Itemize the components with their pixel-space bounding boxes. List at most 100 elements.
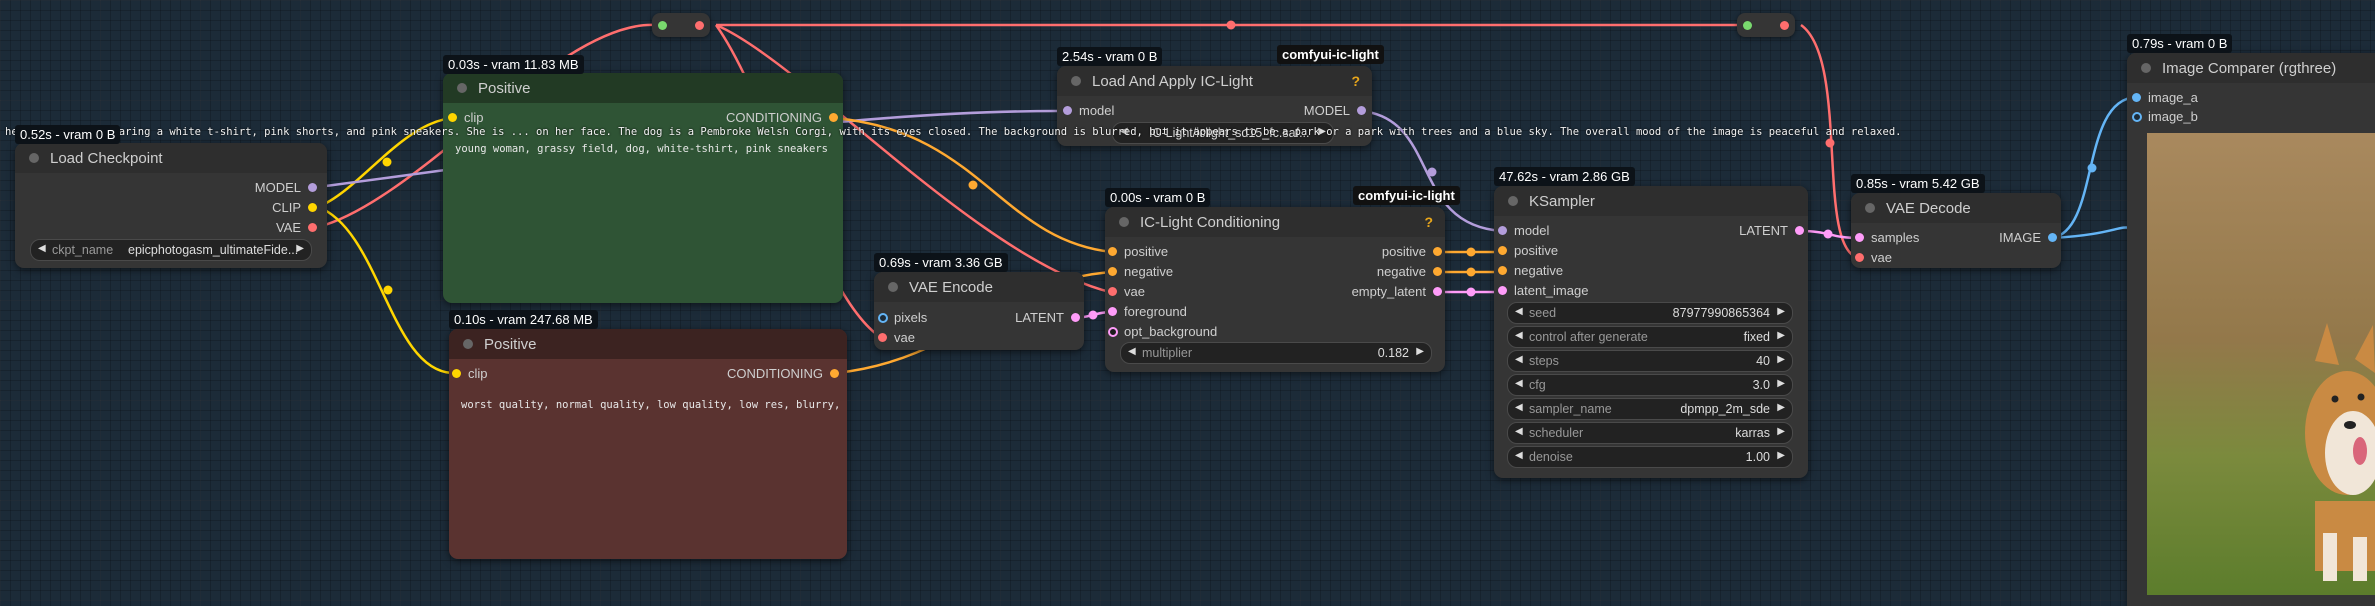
conditioning-slot-dot[interactable]	[1108, 267, 1117, 276]
multiplier-number-widget[interactable]: ◀ multiplier 0.182 ▶	[1120, 342, 1432, 364]
output-clip[interactable]: CLIP	[272, 201, 317, 215]
output-empty-latent[interactable]: empty_latent	[1352, 285, 1442, 299]
collapse-dot[interactable]	[29, 153, 39, 163]
reroute-input-dot[interactable]	[1743, 21, 1752, 30]
image-slot-dot[interactable]	[2048, 233, 2057, 242]
scheduler-widget[interactable]: ◀ scheduler karras ▶	[1507, 422, 1793, 444]
decrement-arrow-icon[interactable]: ◀	[1515, 354, 1523, 365]
input-image-a[interactable]: image_a	[2132, 91, 2198, 105]
node-title-bar[interactable]: VAE Decode	[1851, 193, 2061, 223]
conditioning-slot-dot[interactable]	[1498, 246, 1507, 255]
denoise-widget[interactable]: ◀ denoise 1.00 ▶	[1507, 446, 1793, 468]
input-vae[interactable]: vae	[1108, 285, 1145, 299]
decrement-arrow-icon[interactable]: ◀	[38, 243, 46, 254]
collapse-dot[interactable]	[1071, 76, 1081, 86]
input-samples[interactable]: samples	[1855, 231, 1919, 245]
collapse-dot[interactable]	[463, 339, 473, 349]
conditioning-slot-dot[interactable]	[1498, 266, 1507, 275]
comparison-image-preview[interactable]	[2147, 133, 2375, 595]
node-title-bar[interactable]: Positive	[443, 73, 843, 103]
vae-slot-dot[interactable]	[1108, 287, 1117, 296]
collapse-dot[interactable]	[1508, 196, 1518, 206]
increment-arrow-icon[interactable]: ▶	[1777, 354, 1785, 365]
latent-slot-dot[interactable]	[1071, 313, 1080, 322]
model-slot-dot[interactable]	[1357, 106, 1366, 115]
clip-slot-dot[interactable]	[308, 203, 317, 212]
input-vae[interactable]: vae	[1855, 251, 1892, 265]
node-title-bar[interactable]: Load And Apply IC-Light ?	[1057, 66, 1372, 96]
positive-prompt-node[interactable]: Positive clip CONDITIONING young woman, …	[443, 73, 843, 303]
latent-slot-dot[interactable]	[1795, 226, 1804, 235]
input-opt-background[interactable]: opt_background	[1108, 325, 1217, 339]
collapse-dot[interactable]	[1119, 217, 1129, 227]
vae-slot-dot[interactable]	[308, 223, 317, 232]
reroute-output-dot[interactable]	[1780, 21, 1789, 30]
input-positive[interactable]: positive	[1108, 245, 1168, 259]
clip-slot-dot[interactable]	[452, 369, 461, 378]
node-title-bar[interactable]: IC-Light Conditioning ?	[1105, 207, 1445, 237]
input-latent-image[interactable]: latent_image	[1498, 284, 1588, 298]
output-model[interactable]: MODEL	[255, 181, 317, 195]
input-foreground[interactable]: foreground	[1108, 305, 1187, 319]
latent-slot-dot[interactable]	[1498, 286, 1507, 295]
latent-slot-dot[interactable]	[1108, 327, 1118, 337]
conditioning-slot-dot[interactable]	[1108, 247, 1117, 256]
input-negative[interactable]: negative	[1498, 264, 1563, 278]
prompt-textarea[interactable]: worst quality, normal quality, low quali…	[461, 399, 841, 411]
vae-encode-node[interactable]: VAE Encode pixels vae LATENT	[874, 272, 1084, 350]
increment-arrow-icon[interactable]: ▶	[1777, 402, 1785, 413]
input-model[interactable]: model	[1498, 224, 1549, 238]
conditioning-slot-dot[interactable]	[1433, 267, 1442, 276]
vae-decode-node[interactable]: VAE Decode samples vae IMAGE	[1851, 193, 2061, 268]
collapse-dot[interactable]	[2141, 63, 2151, 73]
sampler-name-widget[interactable]: ◀ sampler_name dpmpp_2m_sde ▶	[1507, 398, 1793, 420]
output-positive[interactable]: positive	[1382, 245, 1442, 259]
increment-arrow-icon[interactable]: ▶	[1777, 426, 1785, 437]
collapse-dot[interactable]	[457, 83, 467, 93]
input-pixels[interactable]: pixels	[878, 311, 927, 325]
node-title-bar[interactable]: VAE Encode	[874, 272, 1084, 302]
node-title-bar[interactable]: Image Comparer (rgthree)	[2127, 53, 2375, 83]
vae-slot-dot[interactable]	[878, 333, 887, 342]
model-slot-dot[interactable]	[1063, 106, 1072, 115]
input-vae[interactable]: vae	[878, 331, 915, 345]
model-slot-dot[interactable]	[308, 183, 317, 192]
output-conditioning[interactable]: CONDITIONING	[726, 111, 838, 125]
decrement-arrow-icon[interactable]: ◀	[1515, 450, 1523, 461]
reroute-output-dot[interactable]	[695, 21, 704, 30]
node-title-bar[interactable]: Positive	[449, 329, 847, 359]
output-latent[interactable]: LATENT	[1015, 311, 1080, 325]
latent-slot-dot[interactable]	[1855, 233, 1864, 242]
decrement-arrow-icon[interactable]: ◀	[1515, 330, 1523, 341]
decrement-arrow-icon[interactable]: ◀	[1515, 402, 1523, 413]
image-slot-dot[interactable]	[2132, 93, 2141, 102]
vae-slot-dot[interactable]	[1855, 253, 1864, 262]
prompt-textarea[interactable]: young woman, grassy field, dog, white-ts…	[455, 143, 831, 155]
clip-slot-dot[interactable]	[448, 113, 457, 122]
conditioning-slot-dot[interactable]	[830, 369, 839, 378]
reroute-input-dot[interactable]	[658, 21, 667, 30]
output-negative[interactable]: negative	[1377, 265, 1442, 279]
output-conditioning[interactable]: CONDITIONING	[727, 367, 839, 381]
input-model[interactable]: model	[1063, 104, 1114, 118]
cfg-widget[interactable]: ◀ cfg 3.0 ▶	[1507, 374, 1793, 396]
decrement-arrow-icon[interactable]: ◀	[1515, 378, 1523, 389]
negative-prompt-node[interactable]: Positive clip CONDITIONING worst quality…	[449, 329, 847, 559]
control-after-generate-widget[interactable]: ◀ control after generate fixed ▶	[1507, 326, 1793, 348]
ic-light-conditioning-node[interactable]: IC-Light Conditioning ? positive negativ…	[1105, 207, 1445, 372]
increment-arrow-icon[interactable]: ▶	[1777, 306, 1785, 317]
steps-widget[interactable]: ◀ steps 40 ▶	[1507, 350, 1793, 372]
conditioning-slot-dot[interactable]	[829, 113, 838, 122]
decrement-arrow-icon[interactable]: ◀	[1128, 346, 1136, 357]
load-checkpoint-node[interactable]: Load Checkpoint MODEL CLIP VAE ◀ ckpt_na…	[15, 143, 327, 268]
seed-widget[interactable]: ◀ seed 87977990865364 ▶	[1507, 302, 1793, 324]
node-title-bar[interactable]: Load Checkpoint	[15, 143, 327, 173]
input-positive[interactable]: positive	[1498, 244, 1558, 258]
model-slot-dot[interactable]	[1498, 226, 1507, 235]
increment-arrow-icon[interactable]: ▶	[1777, 330, 1785, 341]
node-title-bar[interactable]: KSampler	[1494, 186, 1808, 216]
input-image-b[interactable]: image_b	[2132, 110, 2198, 124]
decrement-arrow-icon[interactable]: ◀	[1515, 306, 1523, 317]
latent-slot-dot[interactable]	[1108, 307, 1117, 316]
image-slot-dot[interactable]	[878, 313, 888, 323]
